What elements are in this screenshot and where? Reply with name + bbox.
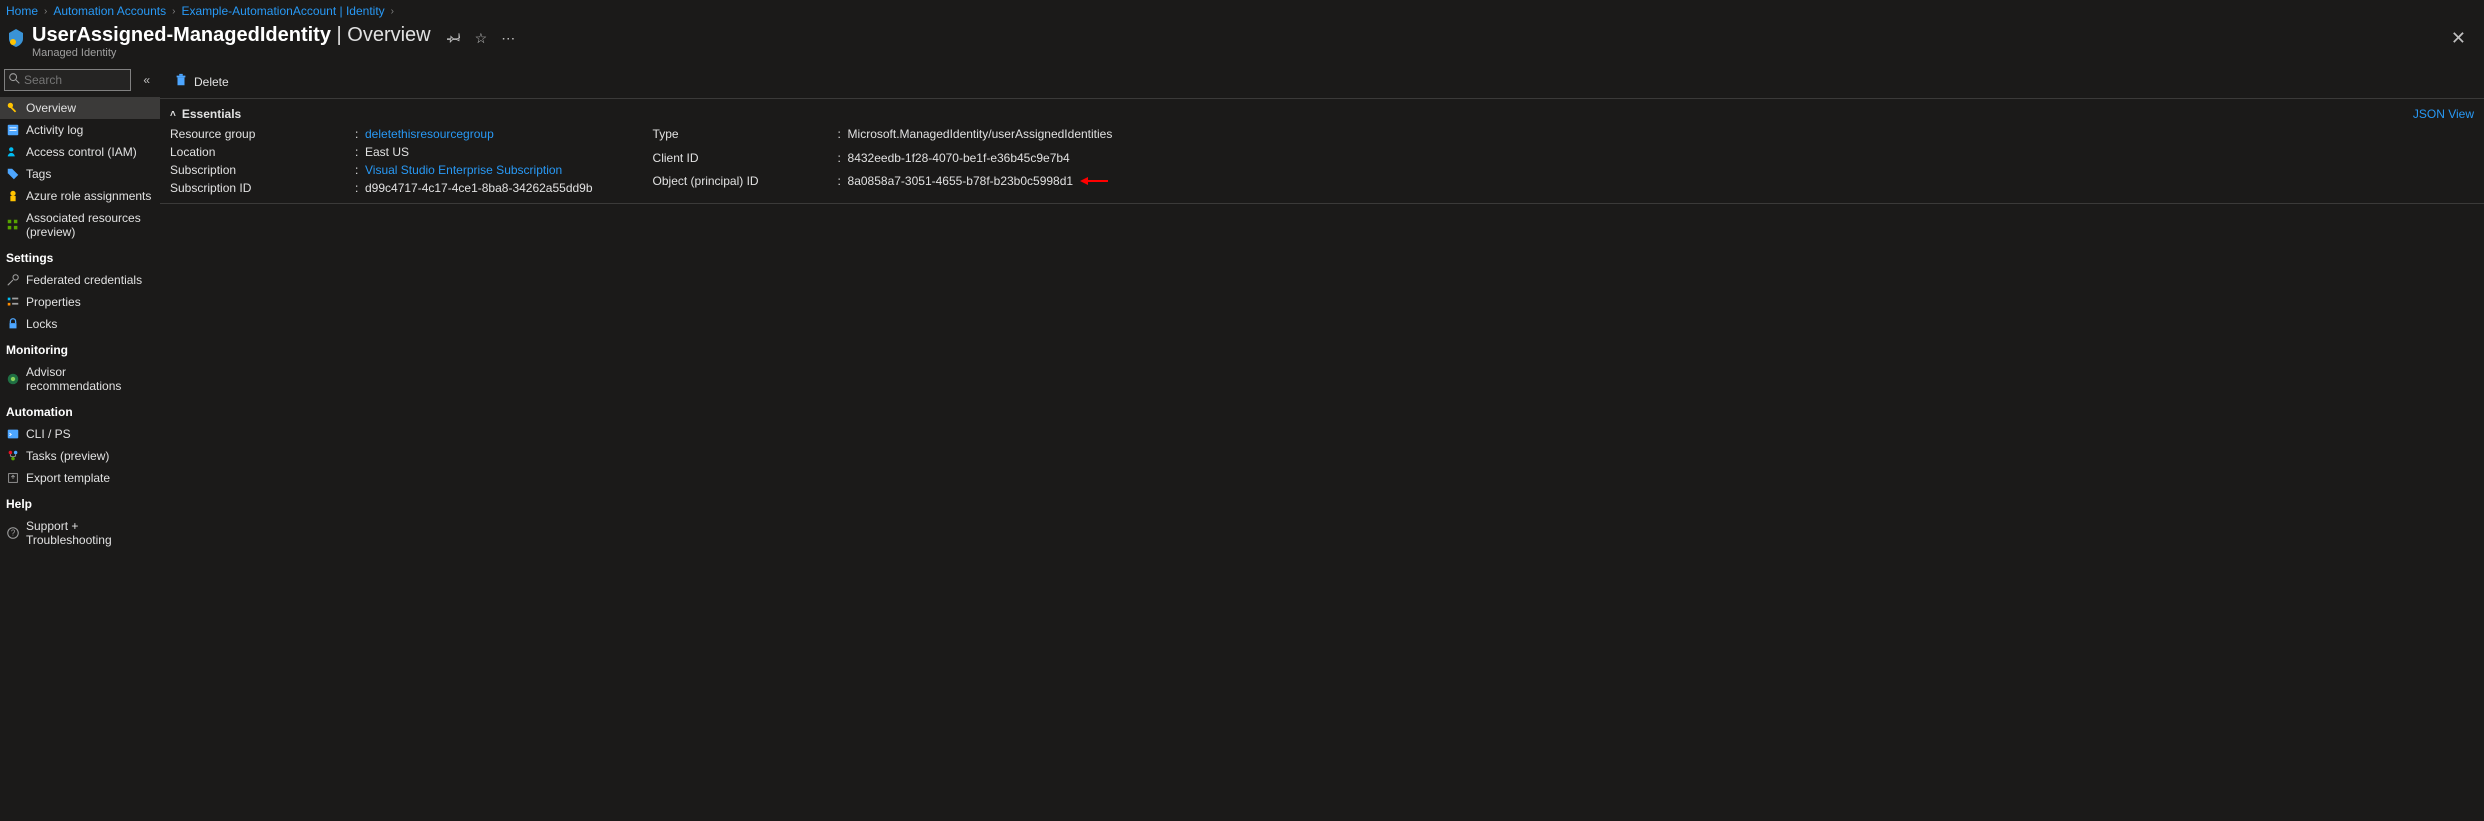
breadcrumb: Home › Automation Accounts › Example-Aut… — [0, 0, 2484, 22]
sidebar-item-properties[interactable]: Properties — [0, 291, 160, 313]
ess-label: Resource group — [170, 127, 355, 141]
ess-value-subscription-id: d99c4717-4c17-4ce1-8ba8-34262a55dd9b — [365, 181, 593, 195]
search-icon — [9, 73, 20, 87]
essentials-right-column: Type: Microsoft.ManagedIdentity/userAssi… — [653, 127, 1113, 195]
key-icon — [6, 273, 20, 287]
ess-value-object-id: 8a0858a7-3051-4655-b78f-b23b0c5998d1 — [848, 174, 1113, 195]
ess-label: Subscription ID — [170, 181, 355, 195]
page-header: UserAssigned-ManagedIdentity | Overview … — [0, 22, 2484, 65]
svg-text:?: ? — [11, 529, 16, 538]
close-icon[interactable]: ✕ — [2443, 24, 2474, 53]
star-icon[interactable]: ☆ — [475, 30, 488, 47]
chevron-right-icon: › — [391, 6, 394, 17]
sidebar-item-label: Advisor recommendations — [26, 365, 154, 393]
ess-value-location: East US — [365, 145, 593, 159]
sidebar-item-label: Tags — [26, 167, 51, 181]
terminal-icon — [6, 427, 20, 441]
sidebar-item-export[interactable]: Export template — [0, 467, 160, 489]
chevron-up-icon[interactable]: ˄ — [170, 109, 176, 120]
sidebar-item-associated-resources[interactable]: Associated resources (preview) — [0, 207, 160, 243]
page-subtitle: Managed Identity — [32, 47, 431, 59]
tag-icon — [6, 167, 20, 181]
crumb-automation-accounts[interactable]: Automation Accounts — [53, 4, 166, 18]
search-input[interactable] — [24, 73, 126, 87]
section-automation: Automation — [0, 397, 160, 423]
export-icon — [6, 471, 20, 485]
sidebar-item-support[interactable]: ? Support + Troubleshooting — [0, 515, 160, 551]
sidebar-item-activity-log[interactable]: Activity log — [0, 119, 160, 141]
sidebar-item-label: Federated credentials — [26, 273, 142, 287]
resource-group-link[interactable]: deletethisresourcegroup — [365, 127, 494, 141]
crumb-identity[interactable]: Example-AutomationAccount | Identity — [181, 4, 384, 18]
sidebar-item-label: Export template — [26, 471, 110, 485]
key-icon — [6, 101, 20, 115]
delete-label: Delete — [194, 75, 229, 89]
sidebar-item-access-control[interactable]: Access control (IAM) — [0, 141, 160, 163]
section-settings: Settings — [0, 243, 160, 269]
subscription-link[interactable]: Visual Studio Enterprise Subscription — [365, 163, 562, 177]
delete-button[interactable]: Delete — [170, 71, 233, 92]
search-input-wrapper[interactable] — [4, 69, 131, 91]
main-content: Delete ˄ Essentials JSON View Resource g… — [160, 65, 2484, 821]
sidebar-item-locks[interactable]: Locks — [0, 313, 160, 335]
sidebar: « Overview Activity log Access control (… — [0, 65, 160, 821]
lock-icon — [6, 317, 20, 331]
sidebar-item-label: Tasks (preview) — [26, 449, 109, 463]
collapse-sidebar-icon[interactable]: « — [137, 73, 156, 87]
ess-label: Subscription — [170, 163, 355, 177]
sidebar-item-label: Associated resources (preview) — [26, 211, 154, 239]
section-help: Help — [0, 489, 160, 515]
trash-icon — [174, 73, 188, 90]
ess-label: Type — [653, 127, 838, 147]
log-icon — [6, 123, 20, 137]
sidebar-item-advisor[interactable]: Advisor recommendations — [0, 361, 160, 397]
sidebar-item-label: CLI / PS — [26, 427, 71, 441]
role-icon — [6, 189, 20, 203]
arrow-annotation-icon — [1080, 175, 1108, 189]
advisor-icon — [6, 372, 20, 386]
sidebar-item-label: Activity log — [26, 123, 83, 137]
sidebar-item-tasks[interactable]: Tasks (preview) — [0, 445, 160, 467]
sidebar-item-label: Access control (IAM) — [26, 145, 137, 159]
help-icon: ? — [6, 526, 20, 540]
ess-label: Client ID — [653, 151, 838, 171]
page-title: UserAssigned-ManagedIdentity | Overview — [32, 24, 431, 47]
sidebar-item-label: Overview — [26, 101, 76, 115]
more-icon[interactable]: ⋯ — [501, 30, 515, 47]
sidebar-item-cli[interactable]: CLI / PS — [0, 423, 160, 445]
toolbar: Delete — [160, 65, 2484, 99]
ess-label: Location — [170, 145, 355, 159]
ess-value-client-id: 8432eedb-1f28-4070-be1f-e36b45c9e7b4 — [848, 151, 1113, 171]
essentials-panel: ˄ Essentials JSON View Resource group: d… — [160, 99, 2484, 204]
chevron-right-icon: › — [44, 6, 47, 17]
sidebar-item-azure-role[interactable]: Azure role assignments — [0, 185, 160, 207]
crumb-home[interactable]: Home — [6, 4, 38, 18]
essentials-left-column: Resource group: deletethisresourcegroup … — [170, 127, 593, 195]
chevron-right-icon: › — [172, 6, 175, 17]
section-monitoring: Monitoring — [0, 335, 160, 361]
sidebar-item-label: Azure role assignments — [26, 189, 151, 203]
tasks-icon — [6, 449, 20, 463]
sidebar-item-label: Properties — [26, 295, 81, 309]
properties-icon — [6, 295, 20, 309]
managed-identity-icon — [6, 28, 26, 48]
grid-icon — [6, 218, 20, 232]
ess-value-subscription: Visual Studio Enterprise Subscription — [365, 163, 593, 177]
sidebar-item-overview[interactable]: Overview — [0, 97, 160, 119]
people-icon — [6, 145, 20, 159]
json-view-link[interactable]: JSON View — [2413, 107, 2474, 121]
sidebar-item-tags[interactable]: Tags — [0, 163, 160, 185]
sidebar-item-label: Support + Troubleshooting — [26, 519, 154, 547]
sidebar-item-label: Locks — [26, 317, 57, 331]
ess-label: Object (principal) ID — [653, 174, 838, 195]
ess-value-type: Microsoft.ManagedIdentity/userAssignedId… — [848, 127, 1113, 147]
ess-value-resource-group: deletethisresourcegroup — [365, 127, 593, 141]
essentials-title: Essentials — [182, 107, 241, 121]
sidebar-item-federated[interactable]: Federated credentials — [0, 269, 160, 291]
pin-icon[interactable] — [447, 30, 461, 47]
